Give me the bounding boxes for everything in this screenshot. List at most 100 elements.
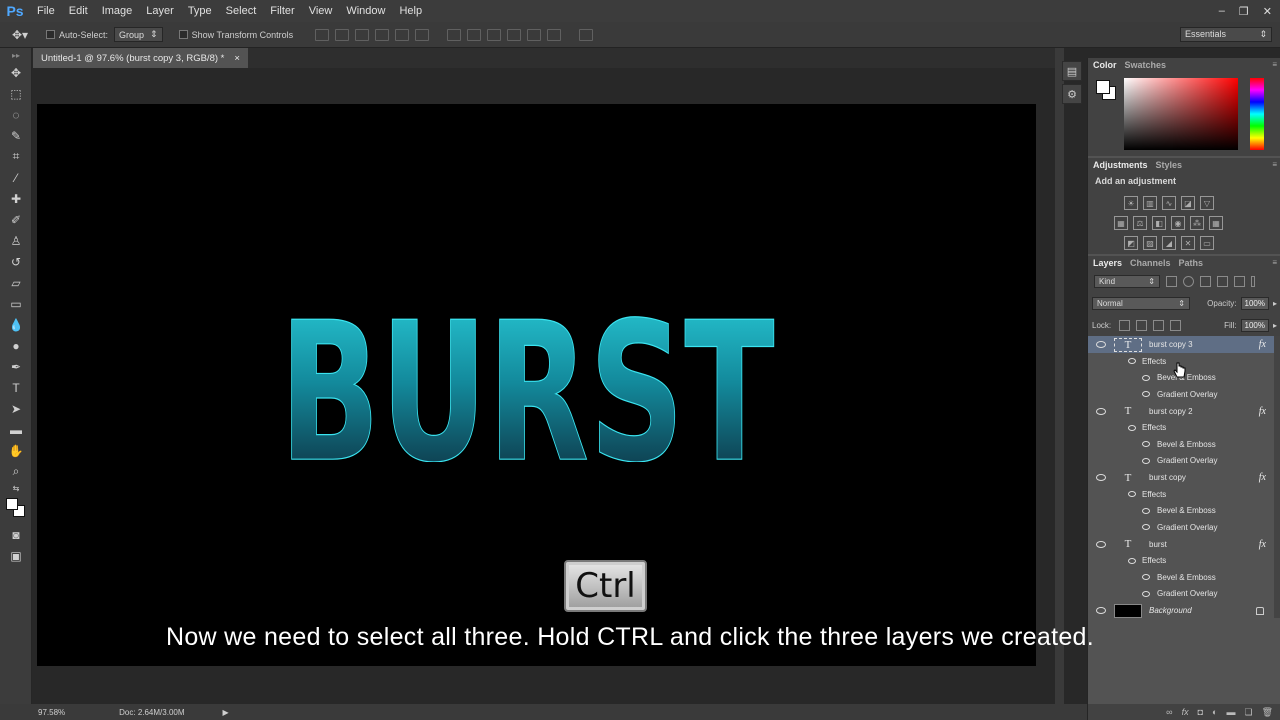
channel-mixer-icon[interactable]: ⁂ — [1190, 216, 1204, 230]
canvas-scrollbar[interactable] — [1055, 48, 1064, 704]
healing-brush-tool-icon[interactable]: ✚ — [0, 188, 32, 209]
threshold-icon[interactable]: ◢ — [1162, 236, 1176, 250]
add-style-icon[interactable]: fx — [1182, 707, 1189, 717]
tab-layers[interactable]: Layers — [1093, 258, 1122, 268]
visibility-eye-icon[interactable] — [1096, 474, 1106, 481]
minimize-button[interactable]: – — [1219, 5, 1225, 17]
levels-icon[interactable]: ▥ — [1143, 196, 1157, 210]
effects-visibility-eye-icon[interactable] — [1128, 491, 1136, 498]
gradient-map-icon[interactable]: ▭ — [1200, 236, 1214, 250]
visibility-eye-icon[interactable] — [1096, 540, 1106, 548]
close-window-button[interactable]: ✕ — [1263, 5, 1272, 18]
menu-type[interactable]: Type — [181, 0, 219, 22]
eyedropper-tool-icon[interactable]: ⁄ — [0, 167, 32, 188]
tab-paths[interactable]: Paths — [1179, 258, 1204, 268]
panel-menu-icon[interactable]: ≡ — [1272, 160, 1277, 169]
effect-row[interactable]: Bevel & Emboss — [1088, 436, 1274, 453]
effect-row[interactable]: Bevel & Emboss — [1088, 569, 1274, 586]
menu-layer[interactable]: Layer — [139, 0, 181, 22]
fill-input[interactable]: 100% — [1240, 318, 1269, 332]
tab-color[interactable]: Color — [1093, 60, 1117, 70]
effect-visibility-eye-icon[interactable] — [1142, 457, 1150, 464]
auto-align-icon[interactable] — [579, 28, 594, 41]
menu-help[interactable]: Help — [392, 0, 429, 22]
distribute-right-icon[interactable] — [547, 28, 562, 41]
visibility-eye-icon[interactable] — [1096, 607, 1106, 614]
hue-slider[interactable] — [1250, 78, 1264, 150]
properties-panel-icon[interactable]: ⚙ — [1062, 84, 1082, 104]
panel-menu-icon[interactable]: ≡ — [1272, 60, 1277, 69]
distribute-bottom-icon[interactable] — [487, 28, 502, 41]
layers-scrollbar[interactable] — [1274, 336, 1280, 618]
effect-visibility-eye-icon[interactable] — [1142, 574, 1150, 581]
effect-visibility-eye-icon[interactable] — [1142, 524, 1150, 531]
panel-menu-icon[interactable]: ≡ — [1272, 258, 1277, 267]
status-menu-arrow-icon[interactable]: ▶ — [223, 708, 229, 717]
gradient-tool-icon[interactable]: ▭ — [0, 293, 32, 314]
blur-tool-icon[interactable]: 💧 — [0, 314, 32, 335]
filter-toggle-icon[interactable] — [1251, 275, 1255, 287]
filter-pixel-icon[interactable] — [1166, 275, 1177, 287]
vibrance-icon[interactable]: ▽ — [1200, 196, 1214, 210]
effect-row[interactable]: Gradient Overlay — [1088, 386, 1274, 403]
align-left-icon[interactable] — [375, 28, 390, 41]
background-layer-row[interactable]: Background — [1088, 602, 1274, 619]
effect-row[interactable]: Gradient Overlay — [1088, 586, 1274, 603]
layer-row[interactable]: T burst fx — [1088, 536, 1274, 553]
workspace-dropdown[interactable]: Essentials ⇕ — [1180, 27, 1272, 42]
distribute-top-icon[interactable] — [447, 28, 462, 41]
history-panel-icon[interactable]: ▤ — [1062, 61, 1082, 81]
pen-tool-icon[interactable]: ✒ — [0, 356, 32, 377]
tab-adjustments[interactable]: Adjustments — [1093, 160, 1148, 170]
photo-filter-icon[interactable]: ◉ — [1171, 216, 1185, 230]
move-tool-icon[interactable]: ✥ — [0, 62, 32, 83]
close-tab-icon[interactable]: × — [234, 53, 240, 64]
opacity-input[interactable]: 100% — [1240, 296, 1269, 310]
quick-mask-icon[interactable]: ◙ — [0, 524, 32, 545]
lasso-tool-icon[interactable]: ◌ — [0, 104, 32, 125]
align-vcenter-icon[interactable] — [335, 28, 350, 41]
history-brush-tool-icon[interactable]: ↺ — [0, 251, 32, 272]
zoom-level[interactable]: 97.58% — [38, 708, 65, 717]
layer-row[interactable]: T burst copy fx — [1088, 469, 1274, 486]
dodge-tool-icon[interactable]: ● — [0, 335, 32, 356]
swap-colors-icon[interactable]: ⇆ — [0, 482, 32, 494]
document-canvas[interactable]: BURST — [37, 104, 1036, 666]
menu-window[interactable]: Window — [339, 0, 392, 22]
foreground-color-swatch[interactable] — [6, 498, 18, 510]
zoom-tool-icon[interactable]: ⌕ — [0, 461, 32, 482]
auto-select-checkbox[interactable] — [46, 30, 55, 39]
tab-styles[interactable]: Styles — [1156, 160, 1183, 170]
eraser-tool-icon[interactable]: ▱ — [0, 272, 32, 293]
add-mask-icon[interactable]: ◘ — [1198, 707, 1203, 717]
menu-file[interactable]: File — [30, 0, 62, 22]
shape-tool-icon[interactable]: ▬ — [0, 419, 32, 440]
crop-tool-icon[interactable]: ⌗ — [0, 146, 32, 167]
align-hcenter-icon[interactable] — [395, 28, 410, 41]
menu-edit[interactable]: Edit — [62, 0, 95, 22]
effects-row[interactable]: Effects — [1088, 553, 1274, 570]
auto-select-option[interactable]: Auto-Select: — [46, 30, 108, 40]
lock-transparency-icon[interactable] — [1119, 319, 1131, 331]
new-adjustment-icon[interactable]: ◐ — [1212, 707, 1217, 717]
effects-visibility-eye-icon[interactable] — [1128, 358, 1136, 365]
effects-row[interactable]: Effects — [1088, 486, 1274, 503]
show-transform-checkbox[interactable] — [178, 30, 188, 39]
fill-slider-arrow-icon[interactable]: ▸ — [1273, 321, 1277, 330]
distribute-vcenter-icon[interactable] — [467, 28, 482, 41]
visibility-eye-icon[interactable] — [1096, 407, 1106, 415]
effect-row[interactable]: Gradient Overlay — [1088, 453, 1274, 470]
fx-icon[interactable]: fx — [1259, 339, 1266, 350]
visibility-eye-icon[interactable] — [1096, 341, 1106, 348]
new-group-icon[interactable]: ▬ — [1226, 707, 1235, 717]
brightness-contrast-icon[interactable]: ☀ — [1124, 196, 1138, 210]
filter-type-icon[interactable] — [1200, 275, 1211, 287]
delete-layer-icon[interactable]: 🗑 — [1262, 707, 1273, 718]
align-bottom-icon[interactable] — [355, 28, 370, 41]
fx-icon[interactable]: fx — [1259, 539, 1266, 550]
color-balance-icon[interactable]: ⚖ — [1133, 216, 1147, 230]
effect-visibility-eye-icon[interactable] — [1142, 391, 1150, 398]
panel-foreground-swatch[interactable] — [1096, 80, 1110, 94]
fx-icon[interactable]: fx — [1259, 406, 1266, 417]
layer-row[interactable]: T burst copy 3 fx — [1088, 336, 1274, 353]
